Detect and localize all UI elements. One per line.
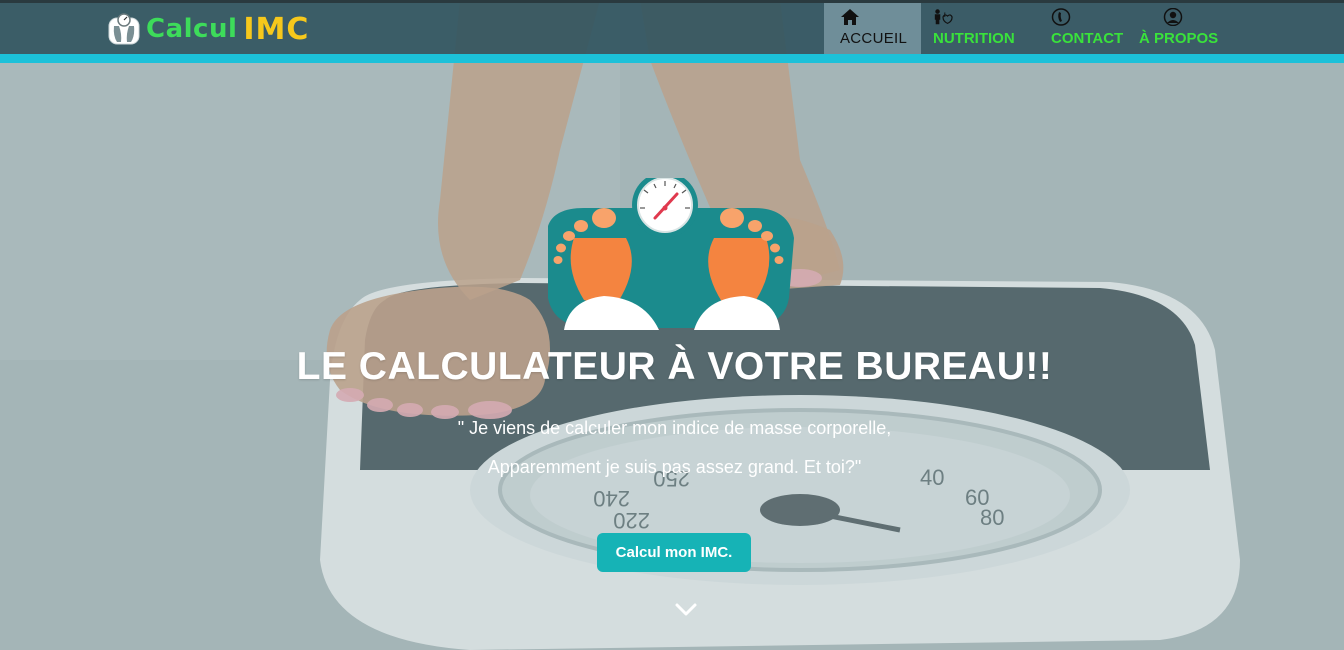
- hero-title: LE CALCULATEUR À VOTRE BUREAU!!: [296, 345, 1053, 388]
- brand-text-calcul: Calcul: [146, 14, 238, 44]
- top-border: [0, 0, 1344, 3]
- chevron-down-icon[interactable]: [674, 602, 698, 618]
- navbar-accent-bar: [0, 54, 1344, 63]
- user-icon: [1163, 8, 1183, 26]
- nav-item-contact[interactable]: CONTACT: [1030, 3, 1136, 54]
- nav-label-accueil: ACCUEIL: [840, 30, 908, 47]
- nav-label-a-propos: À PROPOS: [1139, 30, 1219, 47]
- nutrition-icon: [934, 9, 953, 25]
- phone-icon: [1051, 8, 1071, 26]
- nav-label-contact: CONTACT: [1051, 30, 1124, 47]
- nav-item-accueil[interactable]: ACCUEIL: [824, 3, 921, 54]
- navbar: Calcul IMC ACCUEIL NUTRITION CONTACT À P…: [0, 3, 1344, 54]
- main-nav: ACCUEIL NUTRITION CONTACT À PROPOS: [824, 3, 1236, 54]
- nav-item-a-propos[interactable]: À PROPOS: [1136, 3, 1236, 54]
- brand-text-imc: IMC: [243, 11, 310, 47]
- calculate-imc-button[interactable]: Calcul mon IMC.: [597, 533, 751, 572]
- nav-item-nutrition[interactable]: NUTRITION: [921, 3, 1030, 54]
- hero-quote-line-1: " Je viens de calculer mon indice de mas…: [457, 418, 892, 438]
- scale-feet-illustration: [548, 178, 794, 330]
- brand-logo[interactable]: Calcul IMC: [107, 11, 309, 47]
- scale-logo-icon: [108, 13, 140, 45]
- home-icon: [841, 9, 859, 25]
- hero-quote-line-2: Apparemment je suis pas assez grand. Et …: [487, 457, 862, 477]
- nav-label-nutrition: NUTRITION: [933, 30, 1015, 47]
